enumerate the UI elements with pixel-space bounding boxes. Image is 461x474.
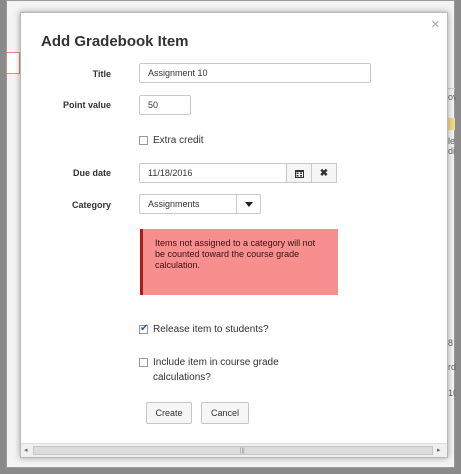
background-text: le bbox=[448, 136, 456, 146]
background-text: ov bbox=[448, 92, 456, 102]
category-label: Category bbox=[71, 200, 111, 210]
background-text: di bbox=[448, 146, 456, 156]
scrollbar-thumb[interactable]: ||| bbox=[33, 446, 433, 455]
calendar-icon bbox=[294, 169, 304, 178]
cancel-button[interactable]: Cancel bbox=[201, 402, 249, 424]
horizontal-scrollbar[interactable]: ◂ ||| ▸ bbox=[21, 443, 447, 457]
point-value-label: Point value bbox=[62, 100, 111, 110]
calendar-button[interactable] bbox=[286, 163, 312, 183]
include-in-grade-label: Include item in course grade calculation… bbox=[153, 357, 279, 383]
category-selected-value: Assignments bbox=[148, 199, 200, 209]
background-text: 10 bbox=[448, 388, 456, 398]
release-item-label: Release item to students? bbox=[153, 324, 269, 335]
title-label: Title bbox=[92, 69, 111, 79]
add-gradebook-item-dialog: Add Gradebook Item × Title Point value E… bbox=[20, 12, 448, 458]
close-icon[interactable]: × bbox=[431, 17, 440, 32]
grip-icon: ||| bbox=[240, 448, 245, 454]
include-in-grade-checkbox[interactable] bbox=[139, 358, 148, 367]
create-button[interactable]: Create bbox=[146, 402, 192, 424]
due-date-label: Due date bbox=[72, 168, 111, 178]
dialog-title: Add Gradebook Item bbox=[41, 33, 189, 50]
background-text: rd bbox=[448, 362, 456, 372]
category-warning-alert: Items not assigned to a category will no… bbox=[140, 229, 338, 295]
clear-icon: ✖ bbox=[319, 167, 329, 179]
title-input[interactable] bbox=[139, 63, 371, 83]
extra-credit-label: Extra credit bbox=[153, 135, 204, 146]
extra-credit-checkbox[interactable] bbox=[139, 136, 148, 145]
scroll-left-icon[interactable]: ◂ bbox=[24, 446, 28, 456]
scroll-right-icon[interactable]: ▸ bbox=[437, 446, 441, 456]
due-date-input[interactable] bbox=[139, 163, 287, 183]
background-text: 8 5 bbox=[448, 338, 456, 348]
clear-date-button[interactable]: ✖ bbox=[311, 163, 337, 183]
category-select[interactable]: Assignments bbox=[139, 194, 261, 214]
chevron-down-icon bbox=[236, 195, 260, 213]
background-header-box bbox=[6, 52, 20, 74]
point-value-input[interactable] bbox=[139, 95, 191, 115]
release-item-checkbox[interactable] bbox=[139, 323, 148, 334]
